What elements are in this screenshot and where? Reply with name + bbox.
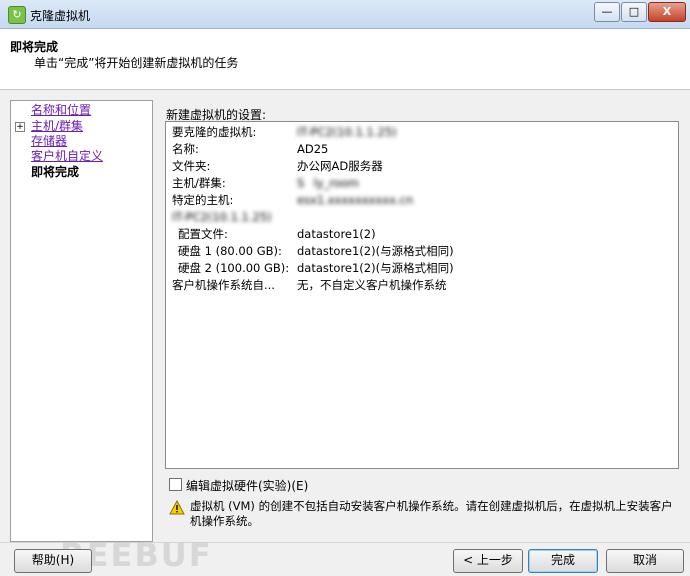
app-icon: ↻ — [8, 6, 26, 24]
setting-key: 要克隆的虚拟机: — [172, 125, 257, 139]
settings-list: 要克隆的虚拟机: IT-PC2(10.1.1.25) 名称: AD25 文件夹:… — [165, 121, 679, 469]
setting-row: 硬盘 2 (100.00 GB): datastore1(2)(与源格式相同) — [166, 260, 678, 277]
setting-row: IT-PC2(10.1.1.25) — [166, 209, 678, 226]
setting-value: IT-PC2(10.1.1.25) — [297, 125, 397, 139]
setting-key: 特定的主机: — [172, 193, 234, 207]
setting-row: 硬盘 1 (80.00 GB): datastore1(2)(与源格式相同) — [166, 243, 678, 260]
setting-row: 客户机操作系统自... 无，不自定义客户机操作系统 — [166, 277, 678, 294]
setting-key: 硬盘 2 (100.00 GB): — [178, 261, 290, 275]
wizard-nav: 名称和位置 + 主机/群集 存储器 客户机自定义 即将完成 — [10, 100, 153, 542]
expand-icon[interactable]: + — [15, 122, 25, 132]
setting-key: 主机/群集: — [172, 176, 226, 190]
setting-key: 硬盘 1 (80.00 GB): — [178, 244, 282, 258]
nav-item-guest-customization[interactable]: 客户机自定义 — [31, 149, 103, 163]
setting-row: 配置文件: datastore1(2) — [166, 226, 678, 243]
nav-item-host-cluster[interactable]: 主机/群集 — [31, 119, 83, 133]
warning-text: 虚拟机 (VM) 的创建不包括自动安装客户机操作系统。请在创建虚拟机后，在虚拟机… — [190, 499, 673, 528]
edit-hardware-label[interactable]: 编辑虚拟硬件(实验)(E) — [186, 477, 308, 494]
setting-value: datastore1(2)(与源格式相同) — [297, 244, 454, 258]
setting-value: datastore1(2) — [297, 227, 376, 241]
setting-value: 无，不自定义客户机操作系统 — [297, 278, 447, 292]
maximize-button[interactable]: □ — [621, 2, 647, 22]
setting-value: 办公网AD服务器 — [297, 159, 383, 173]
window-title: 克隆虚拟机 — [30, 9, 91, 23]
setting-key: 配置文件: — [178, 227, 228, 241]
setting-row: 特定的主机: esx1.xxxxxxxxxx.cn — [166, 192, 678, 209]
edit-hardware-checkbox[interactable] — [169, 478, 182, 491]
setting-row: 主机/群集: S ly_room — [166, 175, 678, 192]
close-button[interactable]: X — [648, 2, 686, 22]
back-button[interactable]: < 上一步 — [453, 549, 523, 573]
nav-item-ready-to-complete[interactable]: 即将完成 — [31, 165, 79, 179]
page-subtitle: 单击“完成”将开始创建新虚拟机的任务 — [34, 56, 239, 70]
finish-button[interactable]: 完成 — [528, 549, 598, 573]
nav-item-storage[interactable]: 存储器 — [31, 134, 67, 148]
setting-key: 名称: — [172, 142, 199, 156]
nav-item-name-location[interactable]: 名称和位置 — [31, 103, 91, 117]
setting-row: 要克隆的虚拟机: IT-PC2(10.1.1.25) — [166, 124, 678, 141]
setting-key: IT-PC2(10.1.1.25) — [172, 210, 272, 224]
setting-value: AD25 — [297, 142, 329, 156]
warning-icon — [169, 500, 185, 515]
setting-value: S ly_room — [297, 176, 359, 190]
wizard-header: 即将完成 单击“完成”将开始创建新虚拟机的任务 — [0, 29, 690, 90]
setting-key: 文件夹: — [172, 159, 211, 173]
setting-row: 名称: AD25 — [166, 141, 678, 158]
minimize-button[interactable]: — — [594, 2, 620, 22]
setting-row: 文件夹: 办公网AD服务器 — [166, 158, 678, 175]
cancel-button[interactable]: 取消 — [606, 549, 684, 573]
help-button[interactable]: 帮助(H) — [14, 549, 92, 573]
setting-key: 客户机操作系统自... — [172, 278, 275, 292]
page-title: 即将完成 — [10, 40, 59, 54]
title-bar: ↻ 克隆虚拟机 — □ X — [0, 0, 690, 29]
setting-value: datastore1(2)(与源格式相同) — [297, 261, 454, 275]
setting-value: esx1.xxxxxxxxxx.cn — [297, 193, 414, 207]
